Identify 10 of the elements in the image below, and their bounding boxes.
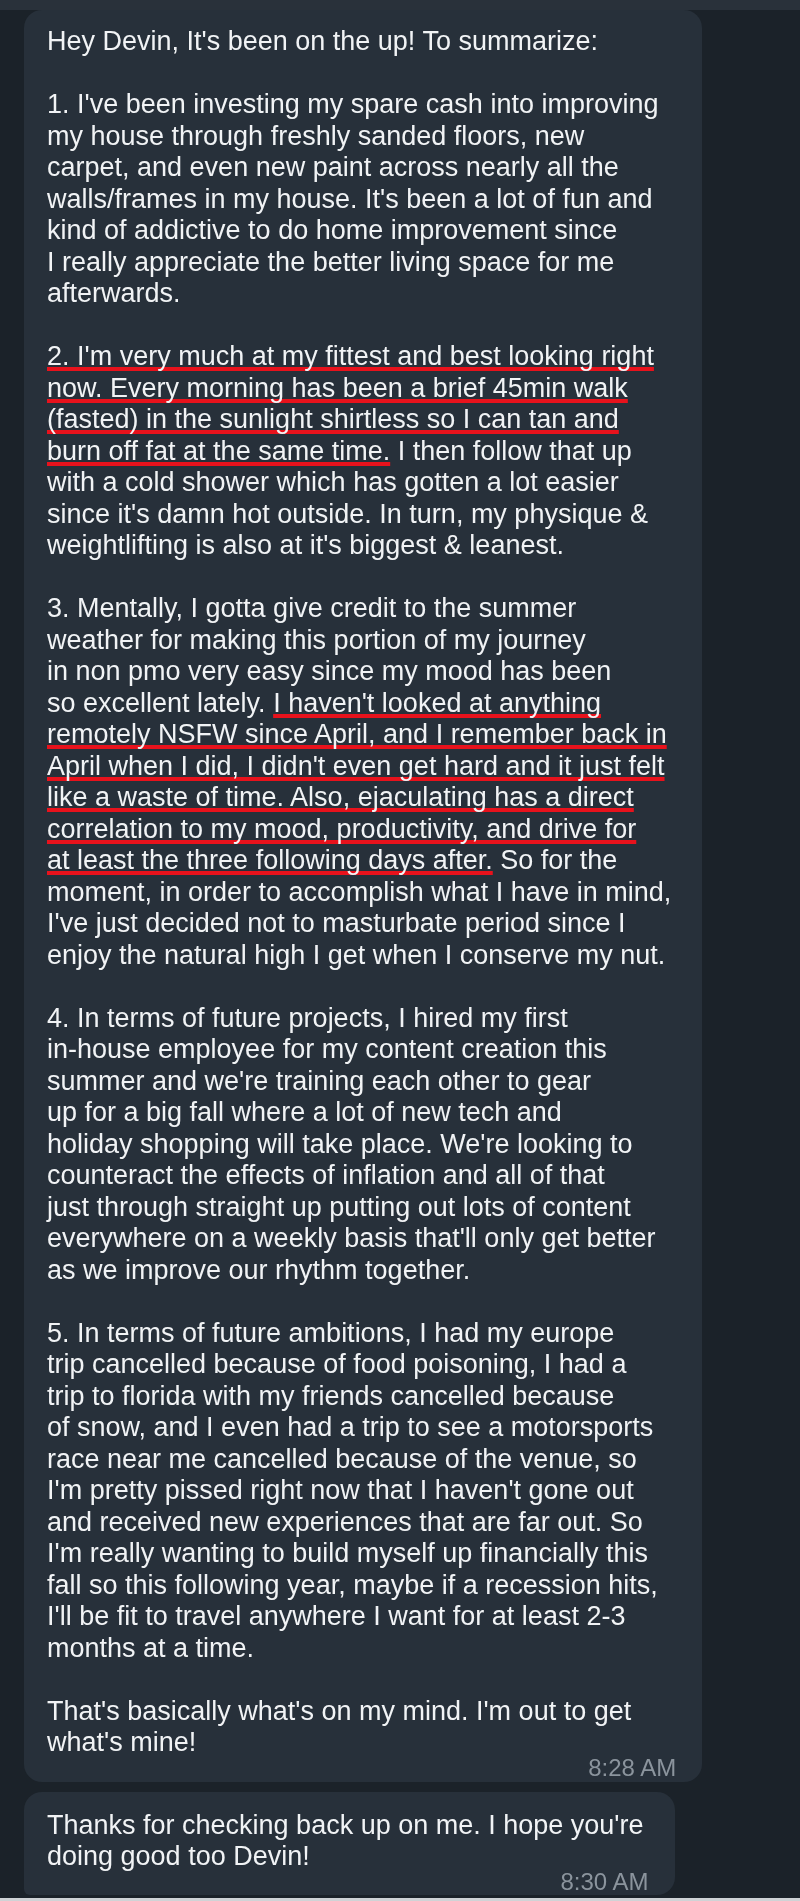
message-text: That's basically what's on my mind. I'm out to get what's mine! [47,1695,632,1759]
message-text: 2. I'm very much at my fittest and best looking right now. Every morning has been a brief 45min walk (fasted) in the sunlight shirtless so I can tan and burn off fat at the same time. I then follow that up with a cold shower which has gotten a lot easier since it's damn hot outside. In turn, my physique & weightlifting is also at it's biggest & leanest. [47,341,654,562]
message-time: 8:28 AM [588,1758,677,1777]
message-text: 3. Mentally, I gotta give credit to the summer weather for making this portion of my journey in non pmo very easy since my mood has been so excellent lately. I haven't looked at anything remotely NSFW since April, and I remember back in April when I did, I didn't even get hard and it just felt like a waste of time. Also, ejaculating has a direct correlation to my mood, productivity, and drive for at least the three following days after. So for the moment, in order to accomplish what I have in mind, I've just decided not to masturbate period since I enjoy the natural high I get when I conserve my nut. [47,593,672,971]
message-text: 4. In terms of future projects, I hired my first in-house employee for my content creation this summer and we're training each other to gear up for a big fall where a lot of new tech and holiday shopping will take place. We're looking to counteract the effects of inflation and all of that just through straight up putting out lots of content everywhere on a weekly basis that'll only get better as we improve our rhythm together. [47,1002,656,1286]
message-text: Thanks for checking back up on me. I hope you're doing good too Devin! [47,1809,644,1873]
message-text: 5. In terms of future ambitions, I had my europe trip cancelled because of food poisoning, I had a trip to florida with my friends cancelled because of snow, and I even had a trip to see a motorsports race near me cancelled because of the venue, so I'm pretty pissed right now that I haven't gone out and received new experiences that are far out. So I'm really wanting to build myself up financially this fall so this following year, maybe if a recession hits, I'll be fit to travel anywhere I want for at least 2-3 months at a time. [47,1317,658,1664]
message-text: 1. I've been investing my spare cash into improving my house through freshly sanded floors, new carpet, and even new paint across nearly all the walls/frames in my house. It's been a lot of fun and kind of addictive to do home improvement since I really appreciate the better living space for me afterwards. [47,89,659,310]
message-text: Hey Devin, It's been on the up! To summarize: [47,26,598,58]
message-time: 8:30 AM [560,1872,649,1891]
